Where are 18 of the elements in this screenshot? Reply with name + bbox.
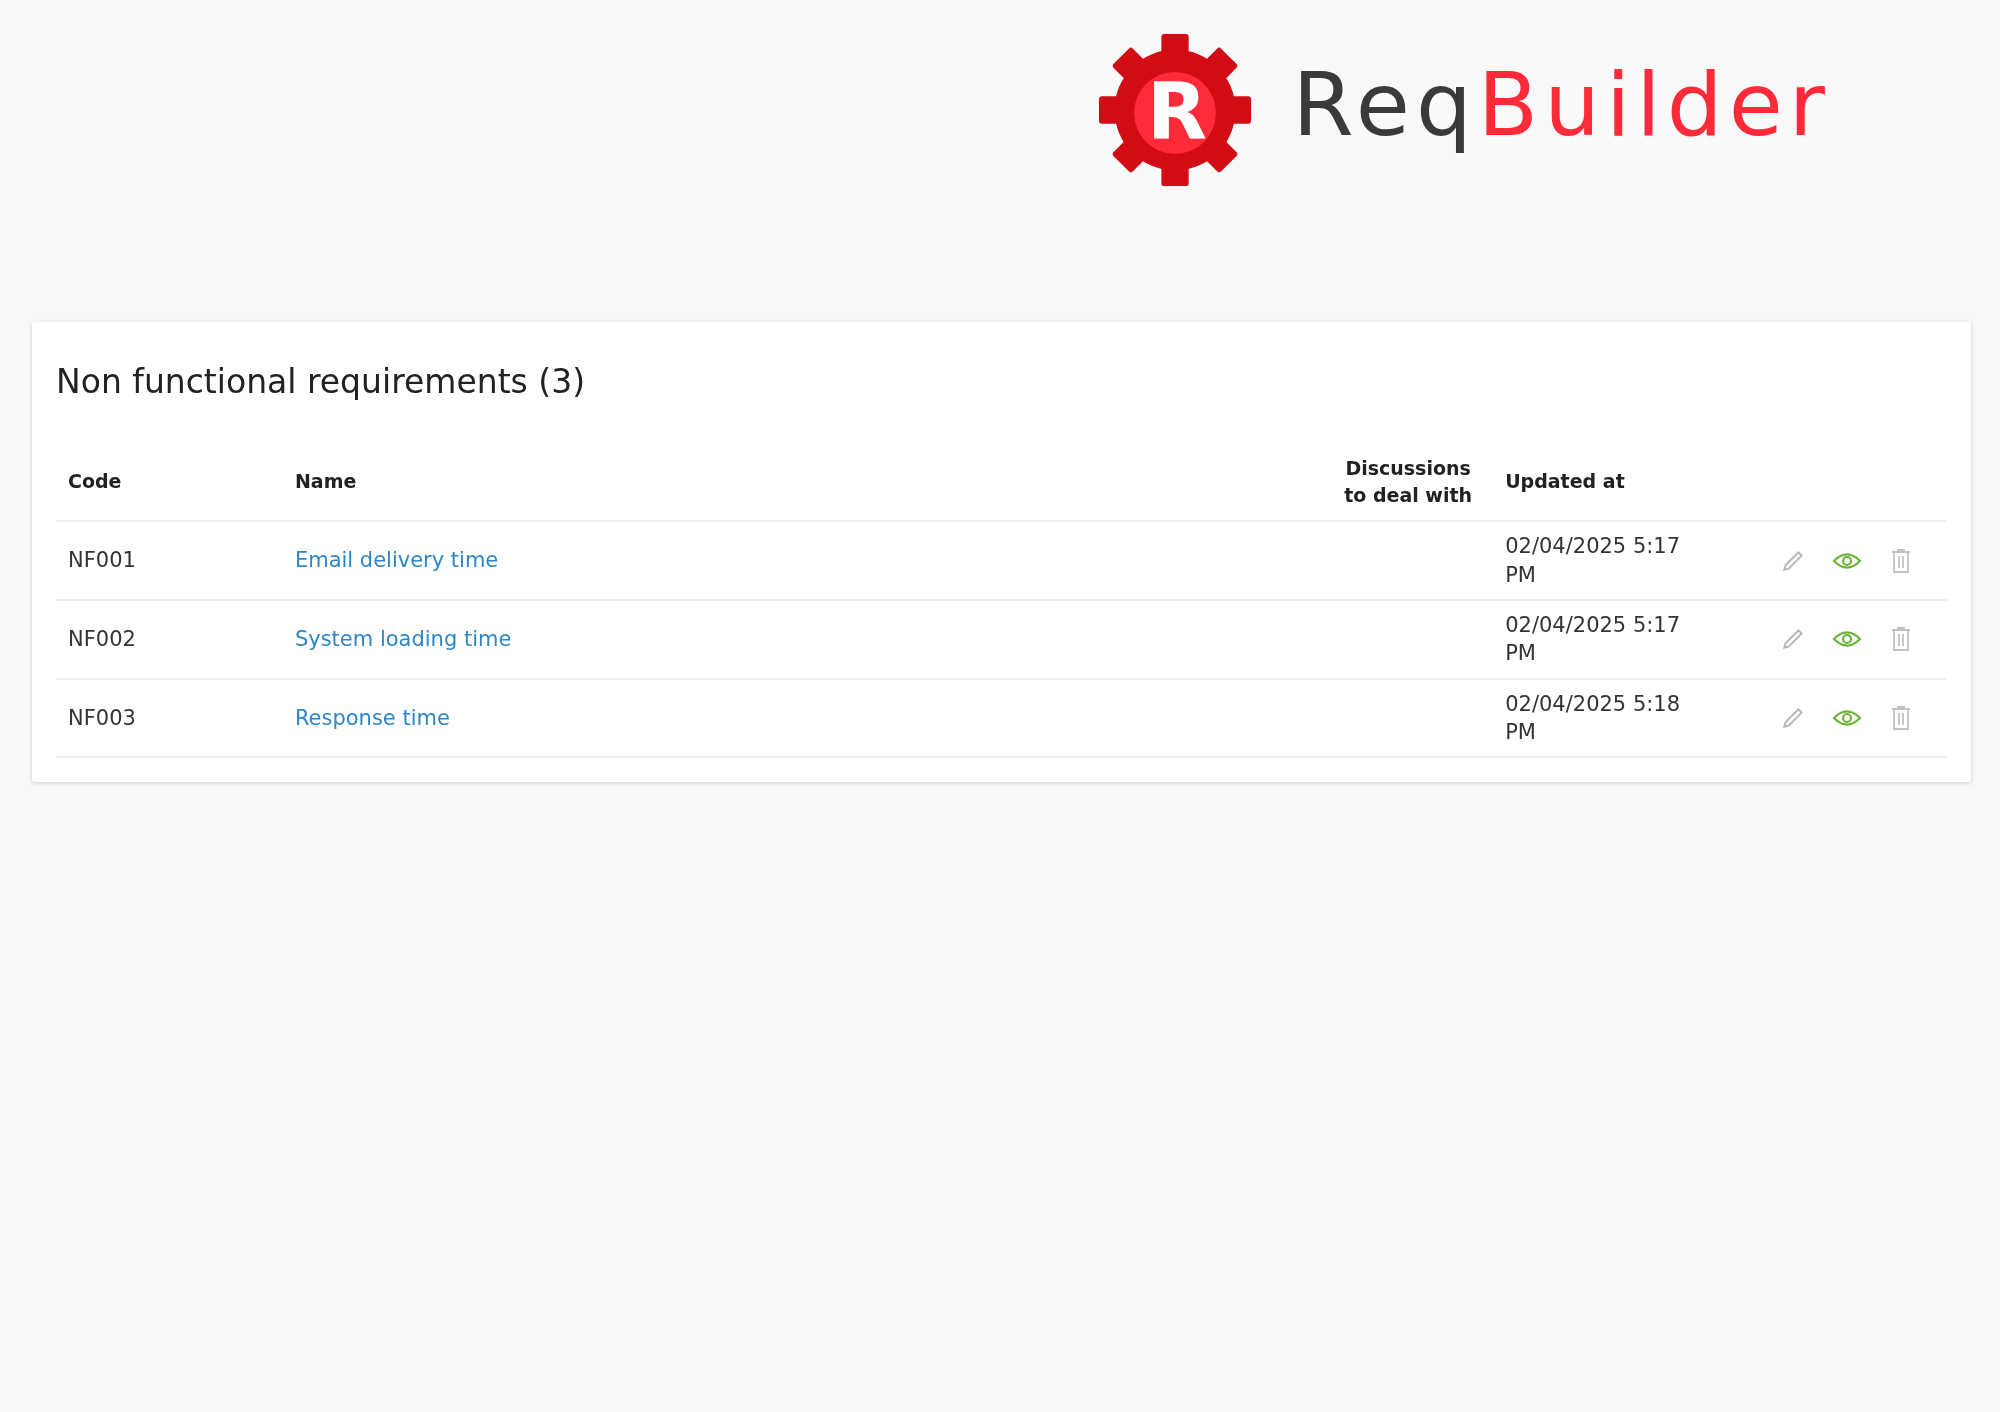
updated-cell-text: 02/04/2025 5:17 PM <box>1505 533 1681 589</box>
trash-icon <box>1890 626 1912 653</box>
card-title: Non functional requirements (3) <box>56 362 586 401</box>
trash-icon <box>1890 704 1912 731</box>
code-cell: NF003 <box>56 678 283 758</box>
column-header: Updated at <box>1493 443 1758 522</box>
requirement-link[interactable]: System loading time <box>294 627 512 652</box>
column-header: Name <box>282 443 1323 522</box>
updated-cell-text: 02/04/2025 5:17 PM <box>1505 611 1681 668</box>
column-header: Discussions to deal with <box>1323 443 1494 522</box>
code-cell: NF002 <box>56 599 283 679</box>
trash-icon <box>1890 547 1912 574</box>
requirement-link[interactable]: Email delivery time <box>294 548 499 573</box>
updated-cell-text: 02/04/2025 5:18 PM <box>1505 690 1681 746</box>
column-header: Code <box>56 443 283 522</box>
code-cell: NF001 <box>56 521 283 600</box>
requirement-link[interactable]: Response time <box>294 705 450 730</box>
logo-wordmark-end: Builder <box>1477 61 1831 149</box>
